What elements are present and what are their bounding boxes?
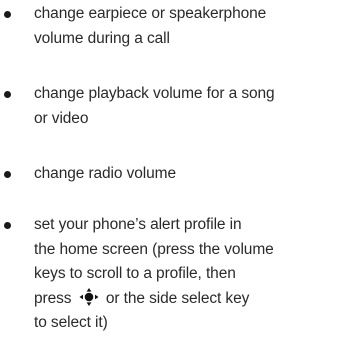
bullet-dot (4, 11, 11, 18)
text-line: set your phone’s alert profile in (34, 216, 242, 233)
bullet-text: change earpiece or speakerphone volume d… (34, 2, 339, 51)
text-line: the home screen (press the volume (34, 240, 274, 258)
bullet-dot (4, 222, 11, 229)
side-select-text: or the side select key (105, 289, 250, 307)
text-line: change earpiece or speakerphone (34, 5, 267, 22)
nav-key-icon (78, 287, 100, 307)
bullet-text: change playback volume for a song or vid… (34, 82, 339, 131)
bullet-dot (4, 171, 11, 178)
text-line-with-icon: press or the side select key (34, 287, 339, 312)
text-line: change playback volume for a song (34, 85, 275, 102)
bullet-dot (4, 91, 11, 98)
text-line: keys to scroll to a profile, then (34, 265, 236, 282)
press-text: press (34, 289, 72, 307)
text-line: volume during a call (34, 29, 170, 47)
bullet-text: change radio volume (34, 162, 339, 187)
bullet-text: set your phone’s alert profile in the ho… (34, 213, 339, 336)
text-line: or video (34, 109, 89, 127)
text-line: change radio volume (34, 165, 176, 182)
text-line: to select it) (34, 314, 108, 331)
